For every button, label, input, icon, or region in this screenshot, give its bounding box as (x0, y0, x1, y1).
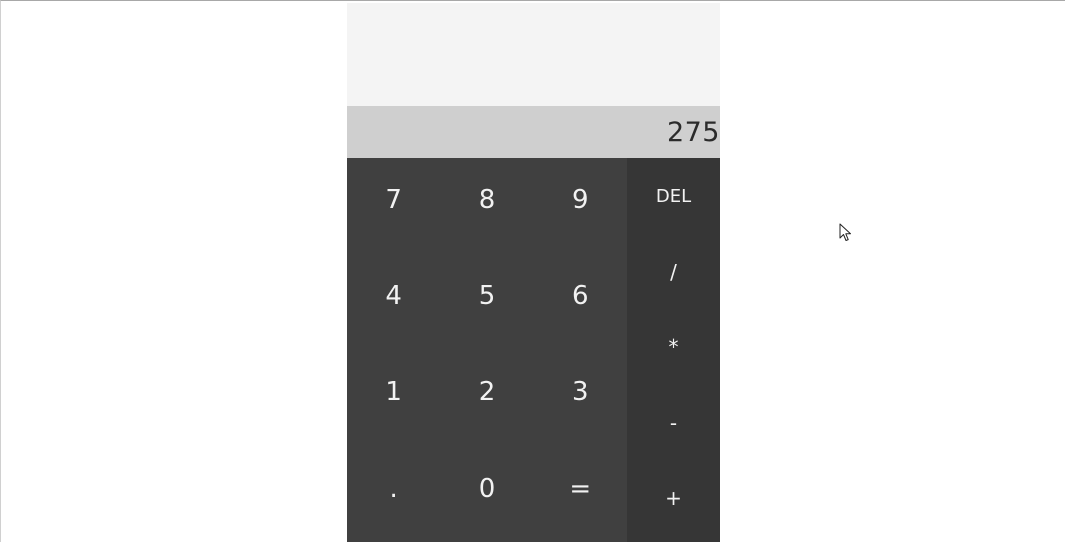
result-display: 275 (347, 105, 720, 158)
key-6[interactable]: 6 (534, 254, 627, 350)
result-value: 275 (666, 117, 720, 149)
key-1[interactable]: 1 (347, 350, 440, 446)
key-divide[interactable]: / (627, 241, 720, 317)
key-equals[interactable]: = (534, 447, 627, 542)
key-5[interactable]: 5 (440, 254, 533, 350)
operator-pad: DEL / * - + (627, 157, 720, 542)
number-pad: 7 8 9 4 5 6 1 2 3 . 0 = (347, 157, 627, 542)
mouse-pointer-icon (839, 223, 851, 241)
key-multiply[interactable]: * (627, 317, 720, 393)
key-subtract[interactable]: - (627, 392, 720, 468)
key-8[interactable]: 8 (440, 158, 533, 254)
key-add[interactable]: + (627, 468, 720, 542)
key-7[interactable]: 7 (347, 158, 440, 254)
keypad: 7 8 9 4 5 6 1 2 3 . 0 = DEL / * - + (347, 157, 720, 542)
calculator-app: 275 7 8 9 4 5 6 1 2 3 . 0 = DEL / * - + (347, 3, 720, 542)
key-4[interactable]: 4 (347, 254, 440, 350)
history-area (347, 3, 720, 106)
key-delete[interactable]: DEL (627, 166, 720, 242)
desktop-background: 275 7 8 9 4 5 6 1 2 3 . 0 = DEL / * - + (0, 0, 1065, 542)
key-9[interactable]: 9 (534, 158, 627, 254)
key-decimal[interactable]: . (347, 447, 440, 542)
key-0[interactable]: 0 (440, 447, 533, 542)
key-2[interactable]: 2 (440, 350, 533, 446)
key-3[interactable]: 3 (534, 350, 627, 446)
